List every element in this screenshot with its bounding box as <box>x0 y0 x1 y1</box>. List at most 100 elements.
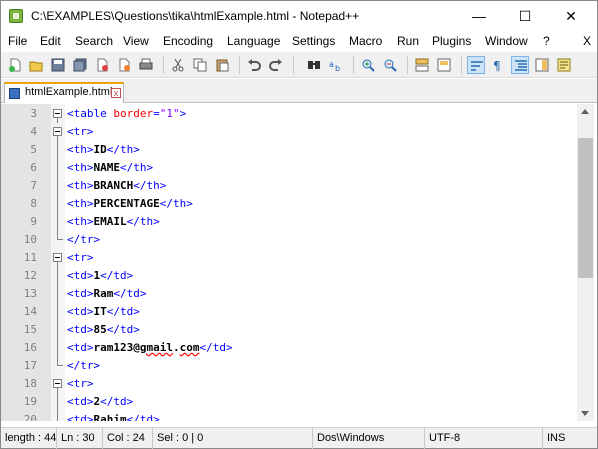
menu-edit[interactable]: Edit <box>40 34 61 48</box>
code-token-txt: BRANCH <box>93 179 134 192</box>
scroll-up-icon[interactable] <box>581 109 589 114</box>
toolbar-separator <box>163 56 164 74</box>
vertical-scrollbar[interactable] <box>577 104 594 421</box>
close-window-button[interactable]: ✕ <box>548 1 594 31</box>
scroll-down-icon[interactable] <box>581 411 589 416</box>
code-text: <tr> <box>67 249 94 267</box>
code-line[interactable]: 11 <tr> <box>1 249 577 267</box>
code-line[interactable]: 7 <th>BRANCH</th> <box>1 177 577 195</box>
redo-icon[interactable] <box>267 56 285 74</box>
maximize-button[interactable]: ☐ <box>502 1 548 31</box>
code-line[interactable]: 12 <td>1</td> <box>1 267 577 285</box>
menu-settings[interactable]: Settings <box>292 34 335 48</box>
status-encoding[interactable]: UTF-8 <box>425 428 543 449</box>
code-line[interactable]: 5 <th>ID</th> <box>1 141 577 159</box>
status-eol[interactable]: Dos\Windows <box>313 428 425 449</box>
menu-search[interactable]: Search <box>75 34 113 48</box>
code-text: </tr> <box>67 231 100 249</box>
menu-window[interactable]: Window <box>485 34 528 48</box>
code-text: <td>1</td> <box>67 267 133 285</box>
sync-vertical-icon[interactable] <box>413 56 431 74</box>
code-token-tag: </td> <box>106 305 140 318</box>
code-token-txt: NAME <box>93 161 121 174</box>
code-line[interactable]: 17 </tr> <box>1 357 577 375</box>
fold-guide <box>57 411 58 421</box>
menu-language[interactable]: Language <box>227 34 280 48</box>
code-text: <tr> <box>67 375 94 393</box>
tab-htmlexample[interactable]: htmlExample.html x <box>4 82 124 103</box>
menu-file[interactable]: File <box>8 34 27 48</box>
indent-guide-icon[interactable] <box>511 56 529 74</box>
code-text: <td>ram123@gmail.com</td> <box>67 339 233 357</box>
close-icon[interactable] <box>93 56 111 74</box>
fold-toggle-icon[interactable] <box>53 253 62 262</box>
code-token-txt: PERCENTAGE <box>93 197 160 210</box>
new-file-icon[interactable] <box>6 56 24 74</box>
sync-horizontal-icon[interactable] <box>435 56 453 74</box>
code-line[interactable]: 14 <td>IT</td> <box>1 303 577 321</box>
code-token-tag: <th> <box>67 197 94 210</box>
fold-toggle-icon[interactable] <box>53 109 62 118</box>
code-token-txt: ram123@ <box>93 341 140 354</box>
replace-icon[interactable]: ab <box>327 56 345 74</box>
code-line[interactable]: 13 <td>Ram</td> <box>1 285 577 303</box>
doc-map-icon[interactable] <box>533 56 551 74</box>
status-insert-mode[interactable]: INS <box>543 428 597 449</box>
tab-close-button[interactable]: x <box>111 88 121 98</box>
zoom-in-icon[interactable] <box>359 56 377 74</box>
code-line[interactable]: 19 <td>2</td> <box>1 393 577 411</box>
code-token-txt: Ram <box>93 287 114 300</box>
status-bar: length : 44 Ln : 30 Col : 24 Sel : 0 | 0… <box>1 427 597 449</box>
undo-icon[interactable] <box>245 56 263 74</box>
print-icon[interactable] <box>137 56 155 74</box>
menu-run[interactable]: Run <box>397 34 419 48</box>
menu-bar: File Edit Search View Encoding Language … <box>1 32 597 52</box>
code-line[interactable]: 15 <td>85</td> <box>1 321 577 339</box>
code-line[interactable]: 3 <table border="1"> <box>1 105 577 123</box>
cut-icon[interactable] <box>169 56 187 74</box>
code-line[interactable]: 20 <td>Rahim</td> <box>1 411 577 421</box>
code-line[interactable]: 16 <td>ram123@gmail.com</td> <box>1 339 577 357</box>
code-token-tag: </th> <box>159 197 193 210</box>
code-line[interactable]: 8 <th>PERCENTAGE</th> <box>1 195 577 213</box>
menu-encoding[interactable]: Encoding <box>163 34 213 48</box>
menu-help[interactable]: ? <box>543 34 550 48</box>
zoom-out-icon[interactable] <box>381 56 399 74</box>
code-line[interactable]: 4 <tr> <box>1 123 577 141</box>
show-all-chars-icon[interactable]: ¶ <box>489 56 507 74</box>
close-all-icon[interactable] <box>115 56 133 74</box>
menu-view[interactable]: View <box>123 34 149 48</box>
code-token-tag: <td> <box>67 323 94 336</box>
code-line[interactable]: 18 <tr> <box>1 375 577 393</box>
save-icon[interactable] <box>49 56 67 74</box>
code-token-tag: = <box>153 107 160 120</box>
code-line[interactable]: 6 <th>NAME</th> <box>1 159 577 177</box>
menu-plugins[interactable]: Plugins <box>432 34 471 48</box>
open-file-icon[interactable] <box>27 56 45 74</box>
code-token-txt: Rahim <box>93 413 127 421</box>
code-token-tag: <th> <box>67 161 94 174</box>
code-token-tag: </td> <box>113 287 147 300</box>
code-line[interactable]: 10 </tr> <box>1 231 577 249</box>
code-text: <th>EMAIL</th> <box>67 213 160 231</box>
fold-toggle-icon[interactable] <box>53 127 62 136</box>
copy-icon[interactable] <box>191 56 209 74</box>
paste-icon[interactable] <box>213 56 231 74</box>
title-bar[interactable]: C:\EXAMPLES\Questions\tika\htmlExample.h… <box>1 1 597 31</box>
code-line[interactable]: 9 <th>EMAIL</th> <box>1 213 577 231</box>
fold-toggle-icon[interactable] <box>53 379 62 388</box>
scrollbar-thumb[interactable] <box>578 138 593 278</box>
line-number: 20 <box>23 413 37 421</box>
document-tab-bar: htmlExample.html x <box>1 79 597 103</box>
code-editor[interactable]: 3 <table border="1"> 4 <tr> 5 <th>ID</th> 6 <th… <box>1 104 597 421</box>
close-document-button[interactable]: X <box>583 34 591 48</box>
code-text: <td>85</td> <box>67 321 140 339</box>
save-all-icon[interactable] <box>71 56 89 74</box>
word-wrap-icon[interactable] <box>467 56 485 74</box>
menu-macro[interactable]: Macro <box>349 34 382 48</box>
find-icon[interactable] <box>305 56 323 74</box>
code-token-tag: </td> <box>100 269 134 282</box>
status-length: length : 44 <box>1 428 57 449</box>
minimize-button[interactable]: — <box>456 1 502 31</box>
function-list-icon[interactable] <box>555 56 573 74</box>
